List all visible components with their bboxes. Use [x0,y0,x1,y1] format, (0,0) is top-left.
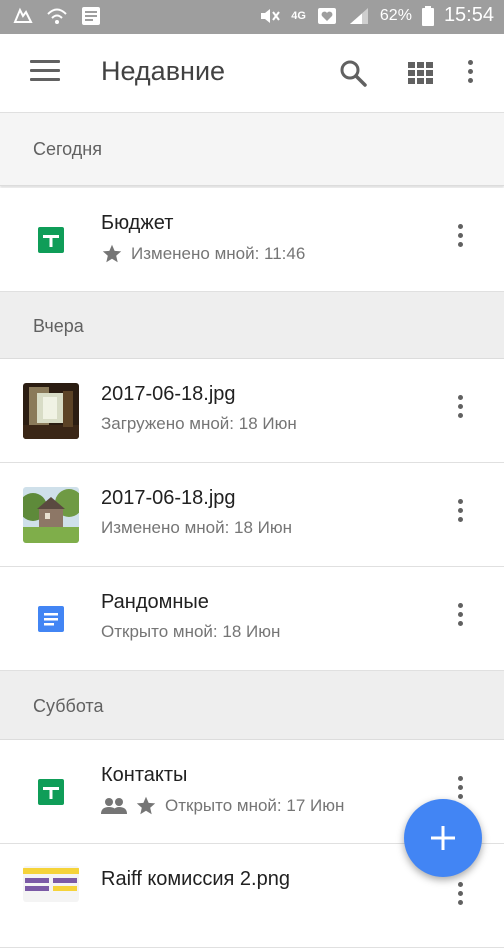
file-meta: Загружено мной: 18 Июн [101,414,297,434]
sheets-icon [38,227,64,253]
notification-doc-icon [82,7,100,25]
clock: 15:54 [443,4,494,26]
app-bar: Недавние [0,34,504,113]
new-file-fab[interactable] [404,799,482,877]
network-type: 4G [291,9,306,22]
file-meta: Открыто мной: 18 Июн [101,622,280,642]
more-vert-icon[interactable] [462,60,478,88]
file-name: 2017-06-18.jpg [101,383,236,405]
plus-icon [431,826,455,850]
file-meta-text: Изменено мной: 18 Июн [101,518,293,537]
more-vert-icon[interactable] [452,882,468,912]
more-vert-icon[interactable] [452,395,468,425]
battery-percent: 62% [379,6,412,24]
section-label: Сегодня [33,139,102,159]
more-vert-icon[interactable] [452,224,468,254]
file-row-image-2[interactable]: 2017-06-18.jpg Изменено мной: 18 Июн [0,463,504,567]
menu-icon[interactable] [30,60,60,86]
wifi-hotspot-icon [47,8,67,24]
battery-icon [421,5,434,26]
image-thumbnail [23,487,79,543]
file-meta-text: Загружено мной: 18 Июн [101,414,297,433]
page-title: Недавние [101,56,226,86]
file-meta-text: Изменено мной: 11:46 [131,243,306,263]
file-row-image-1[interactable]: 2017-06-18.jpg Загружено мной: 18 Июн [0,359,504,463]
file-name: Бюджет [101,212,174,234]
heart-notification-icon [317,7,336,24]
section-label: Суббота [33,696,104,716]
signal-icon [349,7,368,24]
usb-debug-icon [13,7,33,23]
file-meta-text: Открыто мной: 18 Июн [101,622,281,641]
file-name: Raiff комиссия 2.png [101,868,290,890]
file-meta: Открыто мной: 17 Июн [101,795,344,816]
file-meta-text: Открыто мной: 17 Июн [165,795,345,815]
shared-people-icon [101,797,127,814]
file-meta: Изменено мной: 11:46 [101,243,305,264]
file-meta: Изменено мной: 18 Июн [101,518,292,538]
section-header-yesterday: Вчера [0,292,504,359]
star-icon [136,796,156,815]
image-thumbnail [23,866,79,902]
file-name: 2017-06-18.jpg [101,487,236,509]
status-bar: 4G 62% 15:54 [0,0,504,34]
more-vert-icon[interactable] [452,499,468,529]
docs-icon [38,606,64,632]
sheets-icon [38,779,64,805]
section-header-saturday: Суббота [0,671,504,740]
more-vert-icon[interactable] [452,603,468,633]
section-label: Вчера [33,316,84,336]
section-header-today: Сегодня [0,113,504,186]
image-thumbnail [23,383,79,439]
search-icon[interactable] [338,58,368,88]
mute-icon [261,8,281,23]
star-icon [102,244,122,263]
grid-view-icon[interactable] [408,62,434,84]
file-name: Рандомные [101,591,209,613]
file-row-random[interactable]: Рандомные Открыто мной: 18 Июн [0,567,504,671]
file-row-budget[interactable]: Бюджет Изменено мной: 11:46 [0,188,504,292]
file-name: Контакты [101,764,188,786]
